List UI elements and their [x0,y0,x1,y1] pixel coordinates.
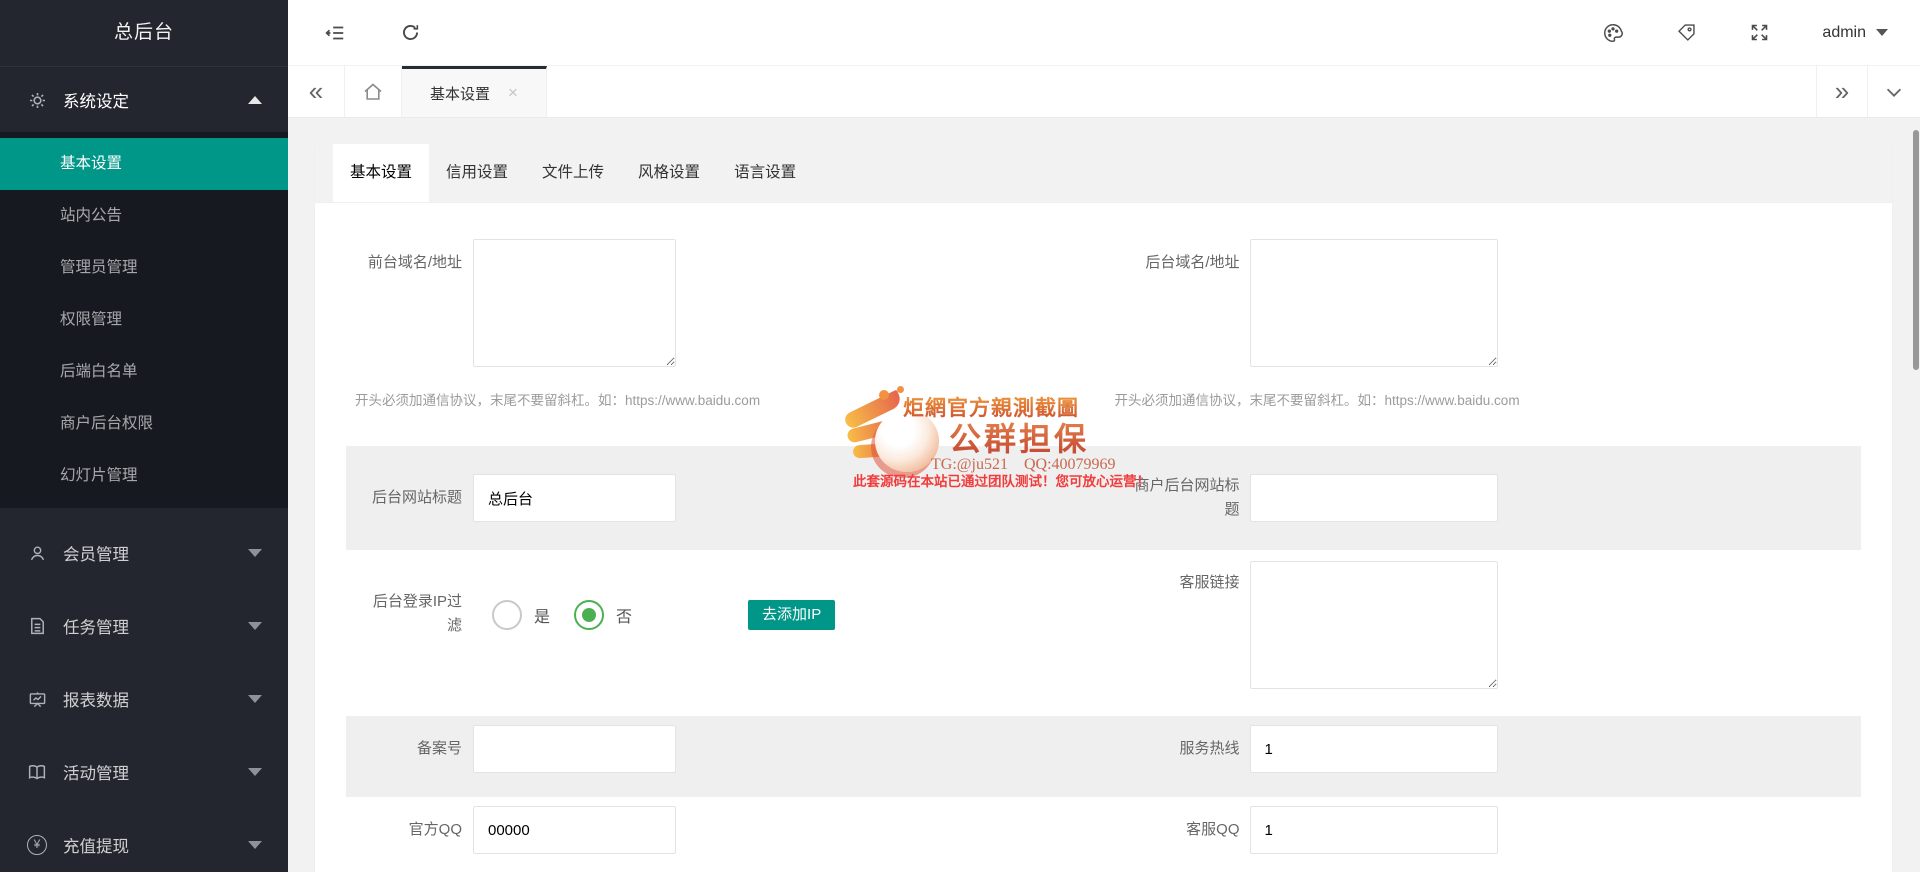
merchant-site-title-input[interactable] [1250,474,1498,522]
sidebar-item-member-management[interactable]: 会员管理 [0,529,288,577]
admin-domain-textarea[interactable] [1250,239,1498,367]
app-root: 总后台 系统设定 基本设置 站内公告 管理员管理 权限管理 后端白名单 商户后台… [0,0,1920,872]
sidebar-item-label: 系统设定 [63,88,129,112]
field-helper-text: 开头必须加通信协议，末尾不要留斜杠。如：https://www.baidu.co… [1115,389,1520,409]
chevron-down-icon [248,768,262,776]
front-domain-textarea[interactable] [473,239,676,367]
radio-label: 是 [534,603,550,627]
chevron-down-icon [248,695,262,703]
chevron-down-icon [248,549,262,557]
sidebar-item-basic-settings[interactable]: 基本设置 [0,138,288,190]
sidebar-item-label: 充值提现 [63,833,129,857]
sidebar-item-backend-whitelist[interactable]: 后端白名单 [0,346,288,398]
chevron-down-icon [248,622,262,630]
sidebar-item-label: 活动管理 [63,760,129,784]
chart-board-icon [26,690,48,709]
sidebar: 总后台 系统设定 基本设置 站内公告 管理员管理 权限管理 后端白名单 商户后台… [0,0,288,872]
tab-options-button[interactable] [1867,66,1920,117]
sidebar-item-site-announcement[interactable]: 站内公告 [0,190,288,242]
sidebar-item-system-settings[interactable]: 系统设定 [0,76,288,124]
chevron-down-icon [1876,29,1888,36]
sidebar-item-slideshow-management[interactable]: 幻灯片管理 [0,450,288,502]
sidebar-item-admin-management[interactable]: 管理员管理 [0,242,288,294]
form-row: 后台登录IP过滤 是 否 去 [346,550,1861,716]
close-tab-icon[interactable]: × [508,83,518,103]
radio-label: 否 [616,603,632,627]
radio-circle-icon [492,600,522,630]
palette-icon[interactable] [1602,22,1624,44]
ip-filter-radio-yes[interactable]: 是 [492,600,550,630]
sidebar-item-report-data[interactable]: 报表数据 [0,675,288,723]
form-row: 官方QQ 客服QQ [346,797,1861,872]
sidebar-item-activity-management[interactable]: 活动管理 [0,748,288,796]
page-content: 基本设置 信用设置 文件上传 风格设置 语言设置 前台域名/地址 [288,118,1920,872]
chevron-down-icon [248,841,262,849]
ip-filter-radio-no[interactable]: 否 [574,600,632,630]
main-area: admin « 基本设置 × » [288,0,1920,872]
radio-circle-icon [574,600,604,630]
route-tab-basic-settings[interactable]: 基本设置 × [402,66,547,117]
sidebar-item-recharge-withdraw[interactable]: ¥ 充值提现 [0,821,288,869]
gear-icon [26,91,48,110]
form-row: 前台域名/地址 开头必须加通信协议，末尾不要留斜杠。如：https://www.… [346,203,1861,446]
book-icon [26,763,48,781]
field-label: 前台域名/地址 [346,239,462,367]
official-qq-input[interactable] [473,806,676,854]
service-link-textarea[interactable] [1250,561,1498,689]
tag-icon[interactable] [1676,22,1697,43]
sidebar-item-permission-management[interactable]: 权限管理 [0,294,288,346]
yuan-icon: ¥ [26,835,48,855]
tab-file-upload[interactable]: 文件上传 [525,144,621,202]
sidebar-item-merchant-admin-permission[interactable]: 商户后台权限 [0,398,288,450]
tab-credit-settings[interactable]: 信用设置 [429,144,525,202]
refresh-icon[interactable] [400,22,421,43]
fullscreen-icon[interactable] [1749,22,1770,43]
tab-basic-settings[interactable]: 基本设置 [333,144,429,202]
home-tab-button[interactable] [345,66,402,117]
sidebar-item-label: 报表数据 [63,687,129,711]
field-label: 商户后台网站标题 [1104,474,1240,522]
admin-site-title-input[interactable] [473,474,676,522]
collapse-sidebar-icon[interactable] [324,22,346,44]
settings-form: 前台域名/地址 开头必须加通信协议，末尾不要留斜杠。如：https://www.… [315,203,1892,872]
field-helper-text: 开头必须加通信协议，末尾不要留斜杠。如：https://www.baidu.co… [355,389,760,409]
field-label: 后台域名/地址 [1104,239,1240,367]
route-tabbar: « 基本设置 × » [288,66,1920,118]
vertical-scrollbar[interactable] [1913,130,1919,370]
sidebar-item-label: 任务管理 [63,614,129,638]
field-label: 服务热线 [1104,725,1240,773]
sidebar-item-task-management[interactable]: 任务管理 [0,602,288,650]
service-qq-input[interactable] [1250,806,1498,854]
tab-language-settings[interactable]: 语言设置 [717,144,813,202]
service-hotline-input[interactable] [1250,725,1498,773]
field-label: 客服QQ [1104,806,1240,854]
user-menu[interactable]: admin [1822,24,1888,42]
chevron-up-icon [248,96,262,104]
app-title: 总后台 [0,0,288,67]
field-label: 后台网站标题 [346,474,462,522]
field-label: 官方QQ [346,806,462,854]
username-label: admin [1822,24,1866,42]
tabs-scroll-right-button[interactable]: » [1816,66,1867,117]
field-label: 客服链接 [1104,550,1240,595]
form-row: 后台网站标题 商户后台网站标题 [346,446,1861,550]
field-label: 备案号 [346,725,462,773]
tabs-scroll-left-button[interactable]: « [288,66,345,117]
sidebar-submenu: 基本设置 站内公告 管理员管理 权限管理 后端白名单 商户后台权限 幻灯片管理 [0,132,288,508]
sidebar-item-label: 会员管理 [63,541,129,565]
top-header: admin [288,0,1920,66]
settings-card: 基本设置 信用设置 文件上传 风格设置 语言设置 前台域名/地址 [315,144,1892,872]
settings-tab-strip: 基本设置 信用设置 文件上传 风格设置 语言设置 [315,144,1892,203]
form-row: 备案号 服务热线 [346,716,1861,797]
icp-number-input[interactable] [473,725,676,773]
user-icon [26,544,48,563]
document-icon [26,617,48,635]
route-tab-label: 基本设置 [430,83,490,104]
add-ip-button[interactable]: 去添加IP [748,600,835,630]
field-label: 后台登录IP过滤 [346,590,462,638]
tab-style-settings[interactable]: 风格设置 [621,144,717,202]
